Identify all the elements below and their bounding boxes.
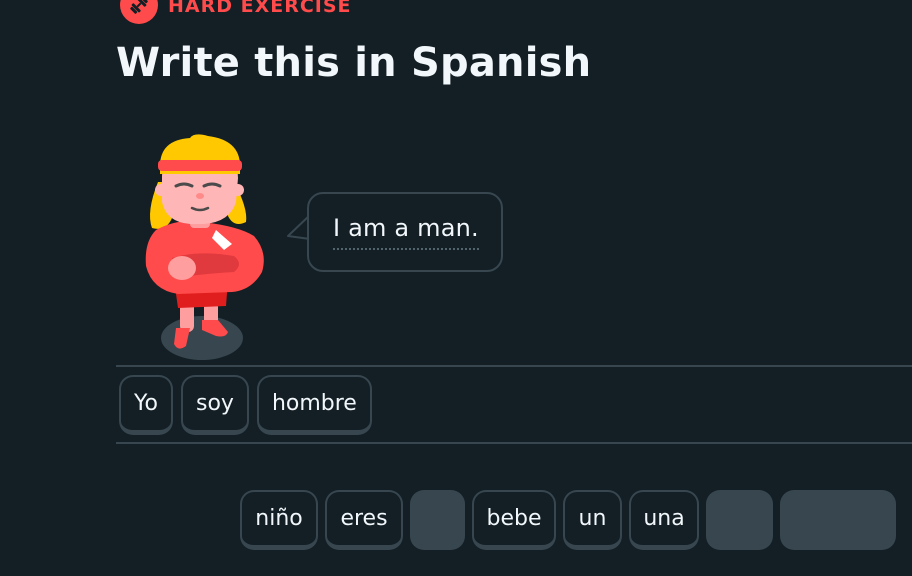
exercise-page: HARD EXERCISE Write this in Spanish I am… [0,0,912,576]
dumbbell-icon [120,0,158,24]
badge-label: HARD EXERCISE [168,0,352,17]
used-word-placeholder [706,490,773,550]
speech-bubble: I am a man. [307,192,503,272]
answer-word-chip[interactable]: Yo [119,375,173,435]
word-bank-chip[interactable]: eres [325,490,403,550]
hard-exercise-badge: HARD EXERCISE [120,0,352,24]
word-bank-chip[interactable]: bebe [472,490,556,550]
used-word-placeholder [410,490,465,550]
answer-area: Yo soy hombre [119,375,372,435]
answer-top-line [116,365,912,367]
used-word-placeholder [780,490,896,550]
character-illustration [145,134,264,360]
prompt-sentence[interactable]: I am a man. [333,214,479,250]
answer-bottom-line [116,442,912,444]
answer-word-chip[interactable]: hombre [256,375,372,435]
answer-word-chip[interactable]: soy [180,375,249,435]
page-title: Write this in Spanish [116,40,592,86]
word-bank-chip[interactable]: un [563,490,622,550]
word-bank: niño eres bebe un una [240,490,896,550]
word-bank-chip[interactable]: una [629,490,699,550]
word-bank-chip[interactable]: niño [240,490,318,550]
